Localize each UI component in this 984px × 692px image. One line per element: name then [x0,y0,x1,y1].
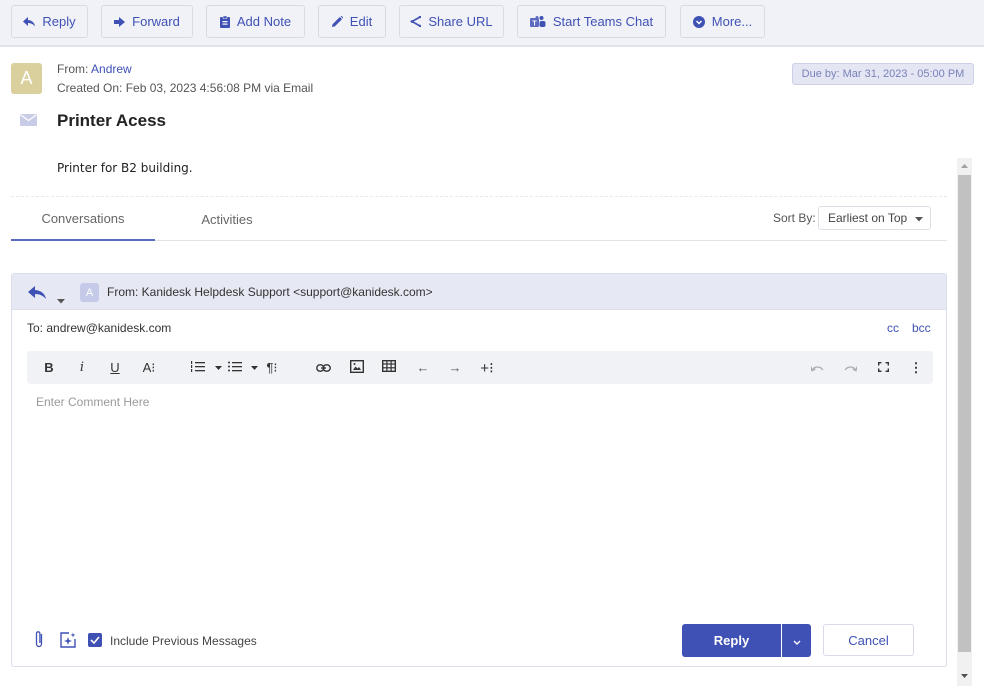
reply-composer: A From: Kanidesk Helpdesk Support <suppo… [11,273,947,667]
link-button[interactable] [313,351,333,384]
requester-avatar: A [11,63,42,94]
cc-link[interactable]: cc [887,321,899,335]
sort-order-select[interactable]: Earliest on Top [818,206,931,230]
reply-button[interactable]: Reply [11,5,88,38]
ticket-body: Printer for B2 building. [57,161,193,175]
vertical-scrollbar[interactable] [957,158,972,686]
reply-to[interactable]: To: andrew@kanidesk.com [27,321,171,335]
checkmark-icon [90,631,100,649]
ordered-list-button[interactable] [189,351,207,384]
outdent-button[interactable]: ← [413,351,433,384]
tab-activities[interactable]: Activities [155,198,299,241]
start-teams-chat-button[interactable]: T Start Teams Chat [517,5,666,38]
chevron-down-icon [793,632,801,650]
clipboard-icon [219,15,230,28]
composer-header: A From: Kanidesk Helpdesk Support <suppo… [12,274,946,310]
divider [11,196,947,197]
bullet-list-caret[interactable] [249,351,259,384]
insert-canned-response-icon[interactable] [60,632,76,653]
include-previous-checkbox[interactable] [88,633,102,647]
bold-button[interactable]: B [41,351,57,384]
link-icon [315,360,331,375]
insert-table-button[interactable] [379,351,399,384]
comment-editor[interactable] [27,386,933,606]
more-button[interactable]: More... [680,5,765,38]
svg-text:T: T [532,20,537,27]
italic-button[interactable]: i [74,351,90,384]
bullet-list-button[interactable] [226,351,244,384]
teams-icon: T [529,15,546,28]
underline-button[interactable]: U [107,351,123,384]
paperclip-icon[interactable] [34,630,44,654]
image-icon [349,359,365,376]
scroll-down-arrow[interactable] [957,668,972,684]
composer-footer: Include Previous Messages Reply Cancel [12,622,946,658]
sender-avatar: A [80,283,99,302]
due-date-badge: Due by: Mar 31, 2023 - 05:00 PM [792,63,974,85]
cancel-button[interactable]: Cancel [823,624,914,656]
envelope-icon [20,113,37,131]
reply-options-dropdown[interactable] [782,624,811,657]
edit-button[interactable]: Edit [318,5,386,38]
pencil-icon [331,16,343,27]
share-url-button[interactable]: Share URL [399,5,504,38]
more-options-button[interactable]: ⋮ [908,351,924,384]
include-previous-label[interactable]: Include Previous Messages [110,634,257,648]
insert-image-button[interactable] [347,351,367,384]
ticket-from: From: Andrew [57,62,132,76]
paragraph-format-button[interactable]: ¶⁝ [262,351,282,384]
redo-icon [844,360,858,375]
reply-from: From: Kanidesk Helpdesk Support <support… [107,285,433,299]
share-icon [410,16,422,27]
tab-conversations[interactable]: Conversations [11,198,155,241]
bcc-link[interactable]: bcc [912,321,931,335]
add-note-button[interactable]: Add Note [206,5,305,38]
font-size-button[interactable]: A⁝ [139,351,159,384]
scroll-up-arrow[interactable] [957,158,972,174]
table-icon [381,359,397,375]
send-reply-button[interactable]: Reply [682,624,781,657]
editor-toolbar: B i U A⁝ ¶⁝ ← → +⁝ ⋮ [27,351,933,384]
fullscreen-button[interactable] [875,351,891,384]
created-on: Created On: Feb 03, 2023 4:56:08 PM via … [57,81,314,95]
requester-name-link[interactable]: Andrew [91,62,132,76]
arrow-right-icon [114,16,126,27]
sort-by-label: Sort By: [773,211,816,225]
ticket-subject: Printer Acess [57,111,166,130]
bullet-list-icon [228,360,242,375]
chevron-circle-down-icon [692,15,705,28]
scrollbar-thumb[interactable] [958,175,971,652]
caret-down-icon [915,211,924,225]
reply-type-icon[interactable] [28,286,46,304]
action-toolbar: Reply Forward Add Note Edit Share URL T … [0,0,984,47]
undo-button[interactable] [809,351,825,384]
ordered-list-caret[interactable] [213,351,223,384]
reply-type-caret-icon[interactable] [57,291,65,309]
indent-button[interactable]: → [445,351,465,384]
reply-icon [23,16,36,27]
forward-button[interactable]: Forward [101,5,193,38]
fullscreen-icon [877,360,889,375]
ordered-list-icon [191,360,205,375]
undo-icon [809,360,824,375]
insert-more-button[interactable]: +⁝ [477,351,497,384]
redo-button[interactable] [842,351,858,384]
